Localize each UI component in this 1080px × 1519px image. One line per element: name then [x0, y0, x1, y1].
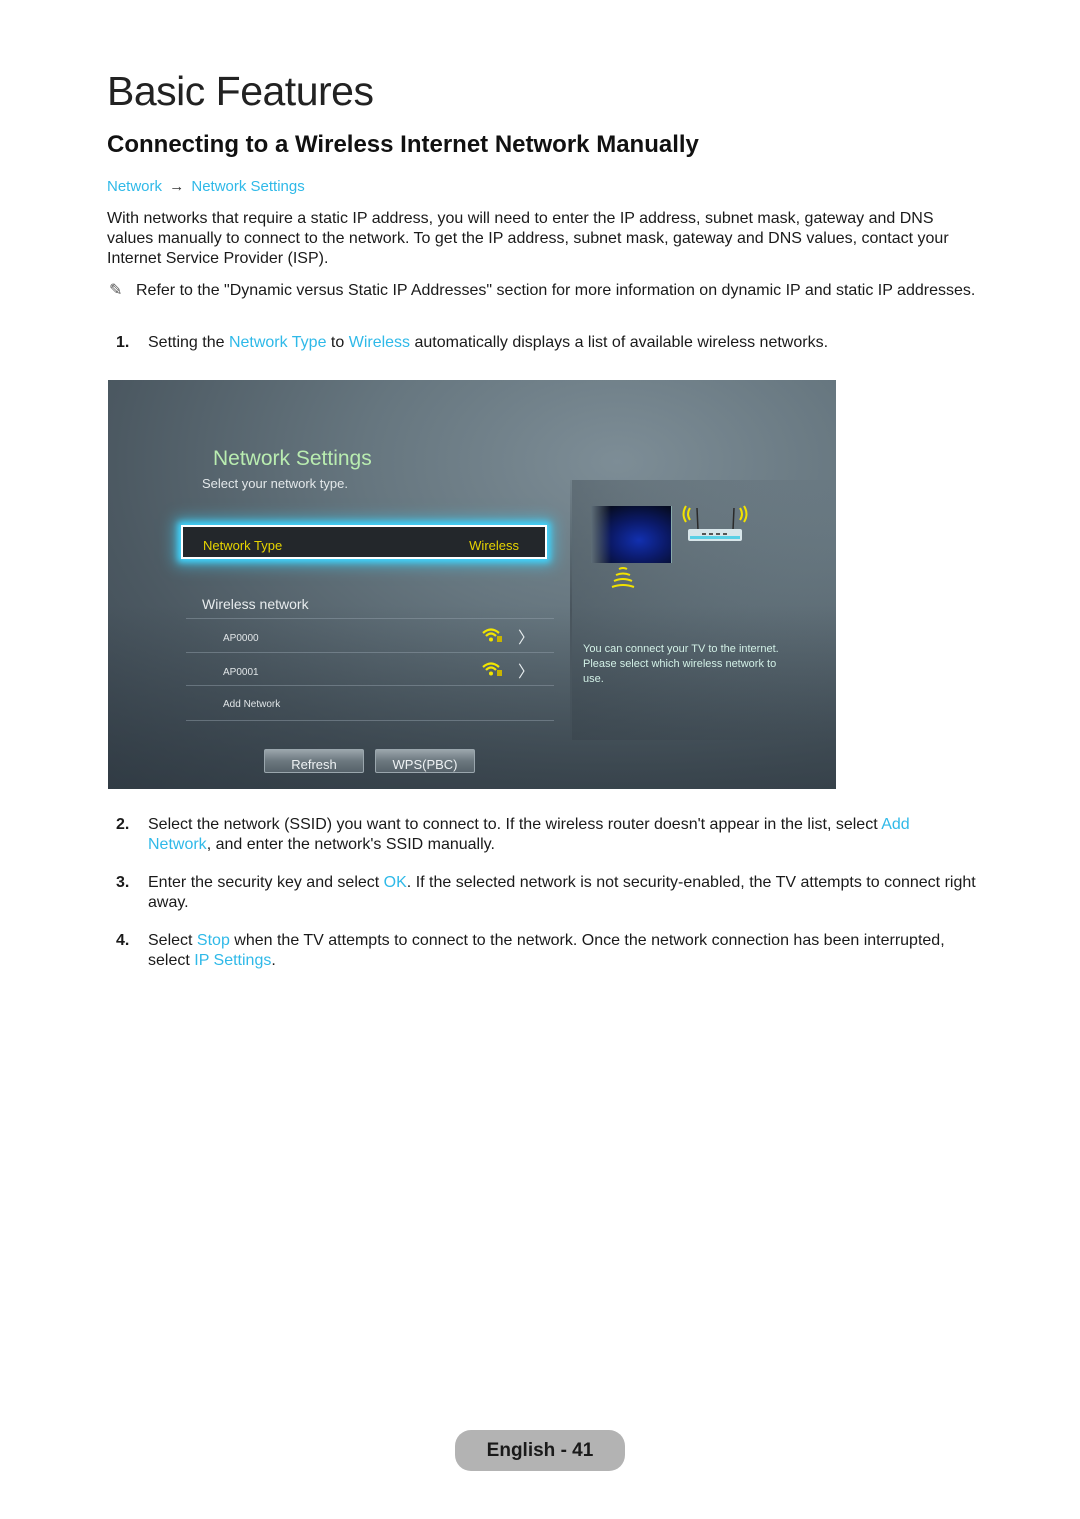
step-4: 4. Select Stop when the TV attempts to c…: [107, 931, 977, 971]
breadcrumb: Network → Network Settings: [107, 178, 305, 195]
step-number: 4.: [116, 932, 130, 949]
wifi-secured-icon: [482, 662, 502, 676]
text-run: Select: [148, 932, 197, 949]
section-title: Connecting to a Wireless Internet Networ…: [107, 131, 699, 158]
chevron-right-icon: 〉: [518, 662, 535, 681]
network-list-item[interactable]: AP0001 〉: [186, 653, 554, 685]
step-number: 3.: [116, 874, 130, 891]
wireless-network-heading: Wireless network: [202, 596, 309, 612]
network-name: AP0000: [223, 633, 259, 644]
step-1: 1. Setting the Network Type to Wireless …: [107, 333, 977, 353]
text-run: to: [326, 334, 349, 351]
chapter-title: Basic Features: [107, 68, 374, 114]
note-text: Refer to the "Dynamic versus Static IP A…: [136, 282, 976, 299]
text-run: .: [271, 952, 276, 969]
text-run: Enter the security key and select: [148, 874, 384, 891]
network-type-value: Wireless: [469, 538, 519, 553]
link-ip-settings[interactable]: IP Settings: [194, 952, 271, 969]
refresh-button[interactable]: Refresh: [264, 749, 364, 773]
tv-illustration-icon: [591, 506, 672, 563]
breadcrumb-arrow-icon: →: [169, 178, 185, 195]
network-list-item[interactable]: AP0000 〉: [186, 619, 554, 652]
link-stop[interactable]: Stop: [197, 932, 230, 949]
add-network-label: Add Network: [223, 699, 281, 710]
list-divider: [186, 720, 554, 721]
router-icon: [682, 505, 748, 541]
tv-info-text: You can connect your TV to the internet.…: [583, 643, 779, 685]
breadcrumb-network[interactable]: Network: [107, 178, 162, 195]
page-number-badge: English - 41: [455, 1430, 625, 1471]
tv-signal-icon: [611, 567, 635, 588]
tv-network-settings-screen: Network Settings Select your network typ…: [108, 380, 836, 789]
panel-divider: [570, 480, 572, 740]
wifi-secured-icon: [482, 628, 502, 642]
wps-pbc-button[interactable]: WPS(PBC): [375, 749, 475, 773]
pencil-note-icon: ✎: [109, 282, 123, 299]
step-3: 3. Enter the security key and select OK.…: [107, 873, 977, 913]
link-wireless[interactable]: Wireless: [349, 334, 410, 351]
breadcrumb-network-settings[interactable]: Network Settings: [191, 178, 304, 195]
note: ✎ Refer to the "Dynamic versus Static IP…: [107, 281, 977, 301]
step-2: 2. Select the network (SSID) you want to…: [107, 815, 977, 855]
step-text: Select the network (SSID) you want to co…: [148, 815, 977, 855]
link-ok[interactable]: OK: [384, 874, 407, 891]
network-type-selector[interactable]: Network Type Wireless: [181, 525, 547, 559]
text-run: Select the network (SSID) you want to co…: [148, 816, 882, 833]
text-run: Setting the: [148, 334, 229, 351]
tv-screen-title: Network Settings: [213, 447, 372, 470]
tv-screen-subtitle: Select your network type.: [202, 476, 348, 491]
network-name: AP0001: [223, 667, 259, 678]
step-number: 2.: [116, 816, 130, 833]
step-text: Enter the security key and select OK. If…: [148, 873, 977, 913]
intro-paragraph: With networks that require a static IP a…: [107, 210, 949, 267]
step-text: Setting the Network Type to Wireless aut…: [148, 333, 977, 353]
add-network-item[interactable]: Add Network: [186, 686, 554, 720]
link-network-type[interactable]: Network Type: [229, 334, 327, 351]
text-run: automatically displays a list of availab…: [410, 334, 829, 351]
step-text: Select Stop when the TV attempts to conn…: [148, 931, 977, 971]
step-number: 1.: [116, 334, 130, 351]
network-type-label: Network Type: [203, 538, 283, 553]
text-run: , and enter the network's SSID manually.: [206, 836, 495, 853]
chevron-right-icon: 〉: [518, 628, 535, 647]
